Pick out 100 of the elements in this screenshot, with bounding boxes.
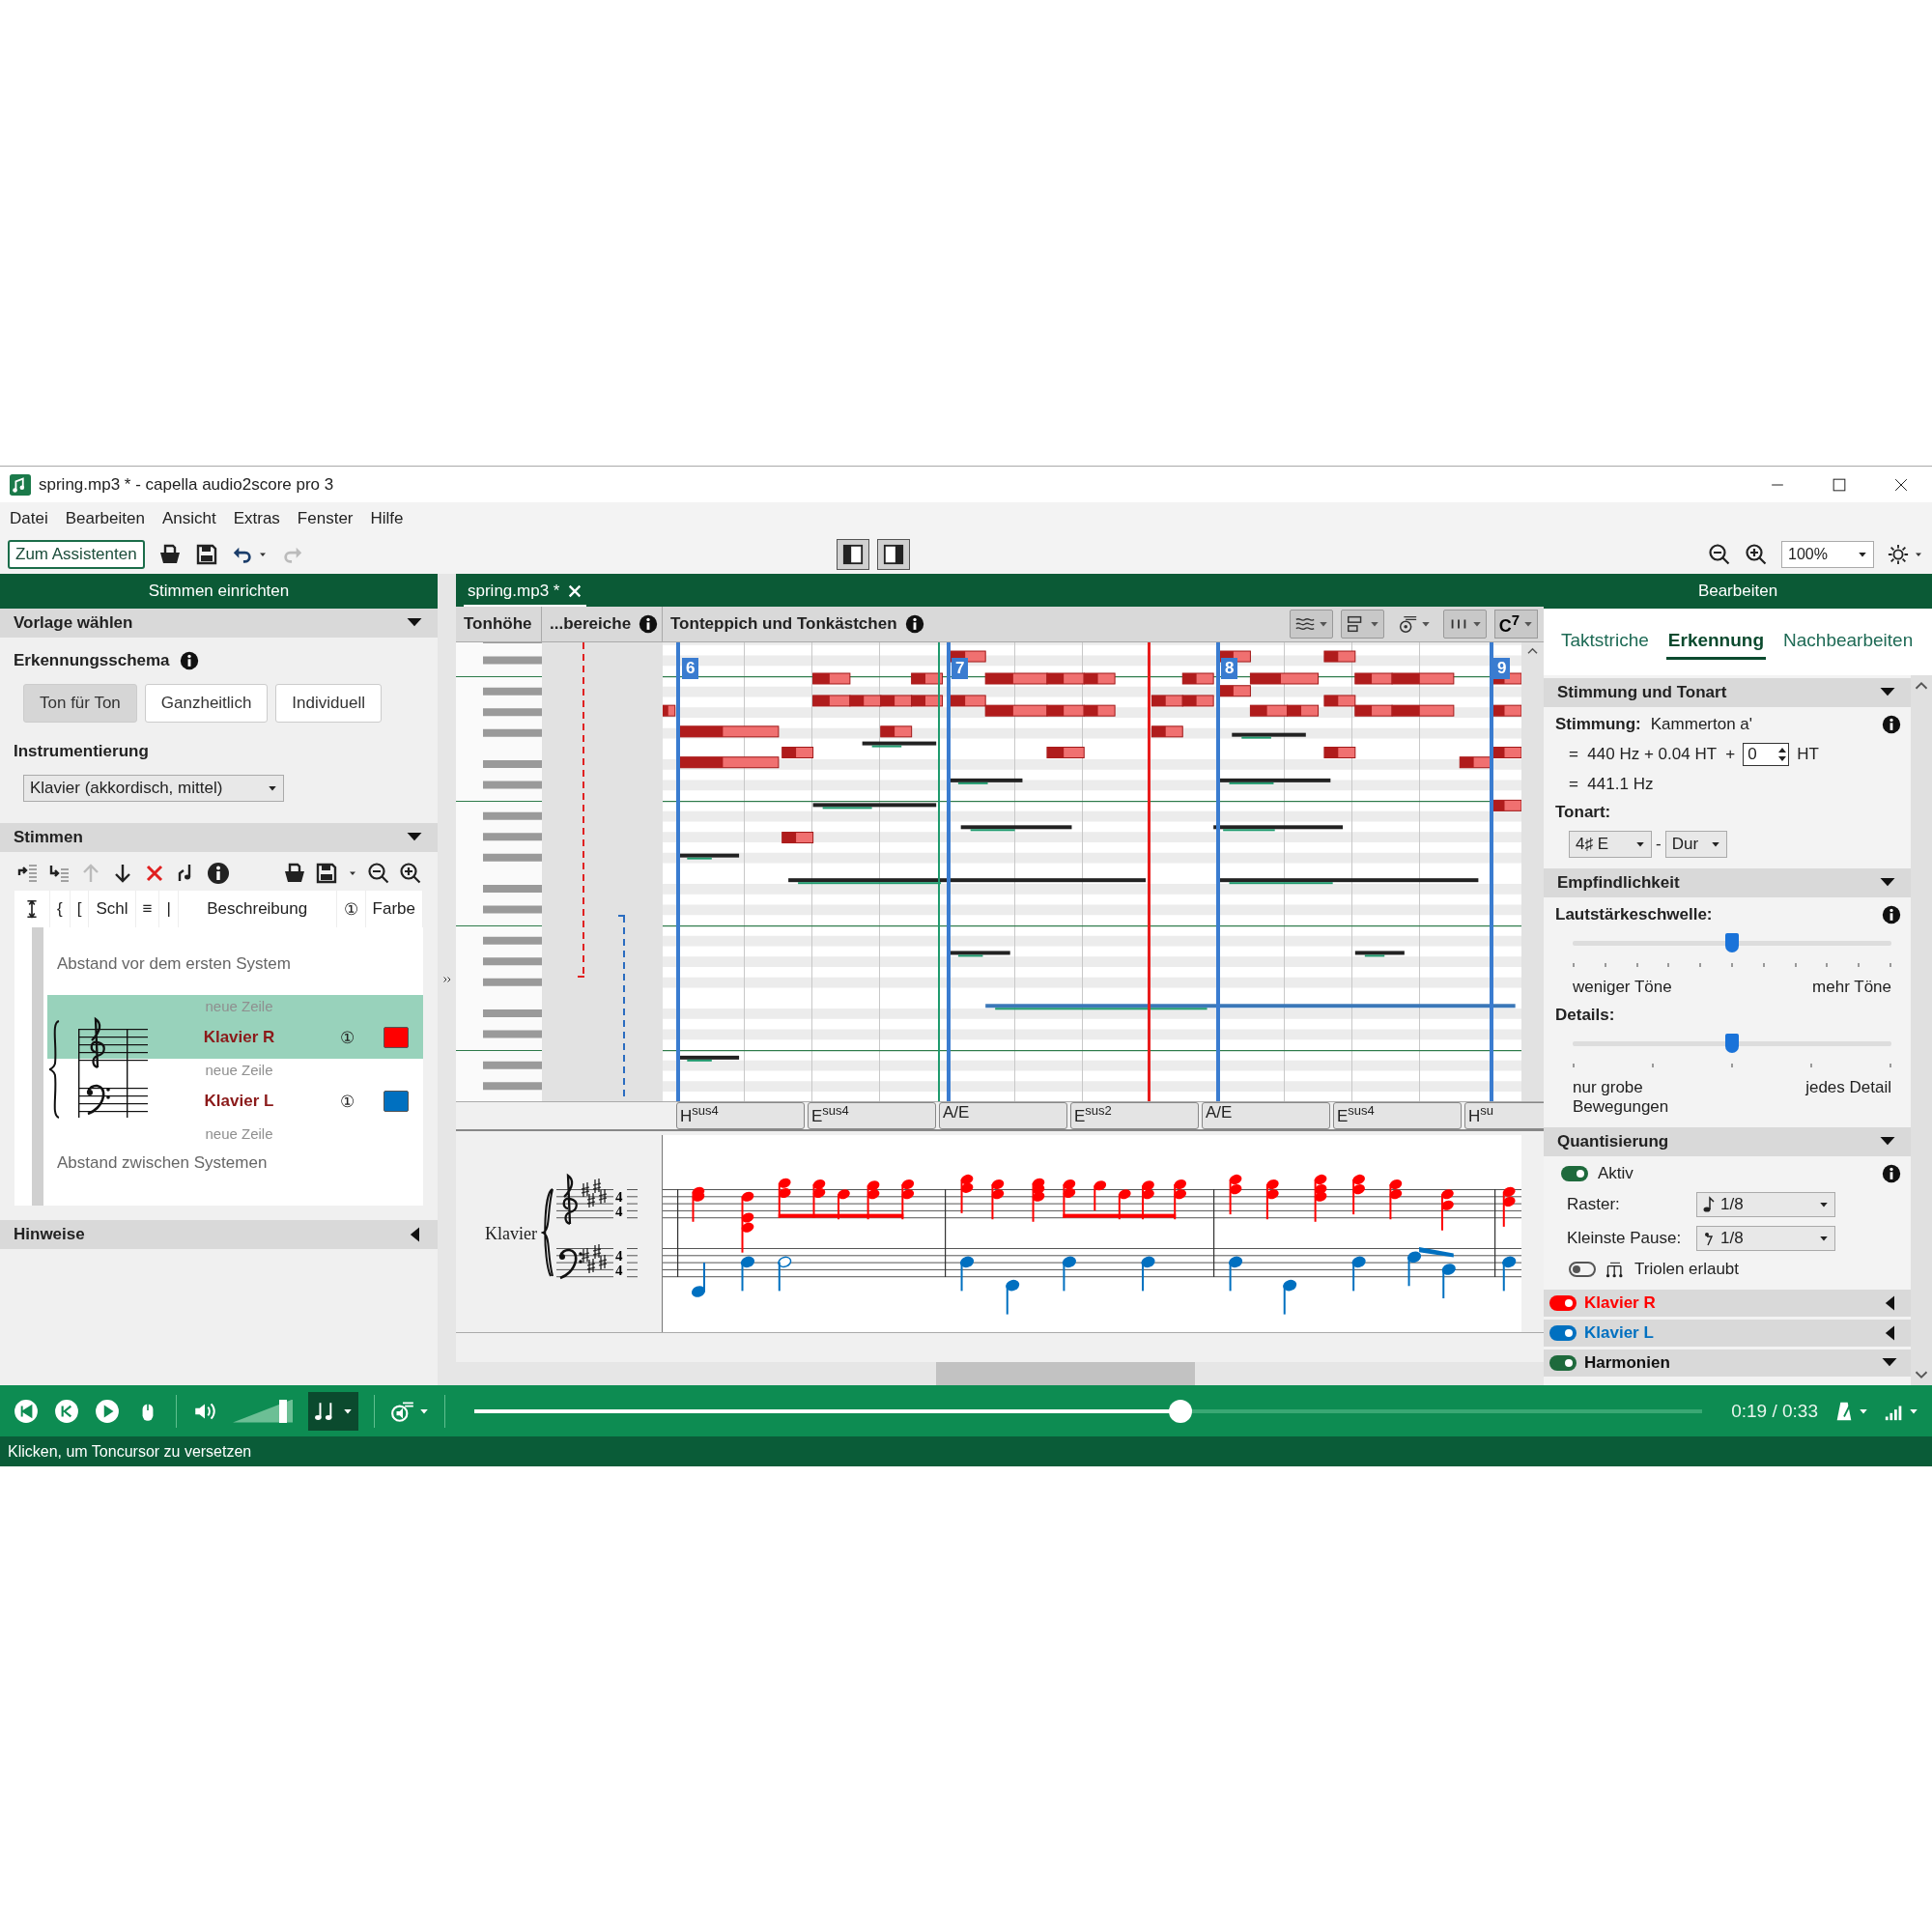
chord-label[interactable]: A/E <box>1202 1102 1330 1129</box>
slider-min-label: nur grobe Bewegungen <box>1573 1078 1670 1117</box>
info-icon[interactable] <box>1882 715 1901 734</box>
panel-tab[interactable]: Erkennung <box>1665 624 1767 660</box>
row-handle[interactable] <box>32 927 43 1206</box>
rest-dropdown[interactable]: 1/8 <box>1696 1226 1835 1251</box>
section-header[interactable]: Stimmen <box>14 828 83 847</box>
toggle-switch[interactable] <box>1549 1295 1577 1311</box>
voice-section-header[interactable]: Harmonien <box>1584 1353 1670 1373</box>
left-panel-toggle[interactable] <box>836 538 869 570</box>
slider-thumb[interactable] <box>1725 1034 1739 1053</box>
panel-tab[interactable]: Nachbearbeiten <box>1781 624 1916 660</box>
panel-tab[interactable]: Taktstriche <box>1559 624 1651 660</box>
info-icon[interactable] <box>904 614 924 634</box>
zoom-out-icon[interactable] <box>1708 542 1731 566</box>
slider-track[interactable] <box>1573 933 1891 954</box>
info-icon[interactable] <box>639 614 659 634</box>
voice-color-swatch[interactable] <box>384 1091 409 1112</box>
position-thumb[interactable] <box>1168 1399 1192 1423</box>
field-label: Lautstärkeschwelle: <box>1555 905 1713 924</box>
zoom-in-icon[interactable] <box>1745 542 1768 566</box>
voice-color-swatch[interactable] <box>384 1027 409 1048</box>
scheme-option-button[interactable]: Ganzheitlich <box>144 684 269 723</box>
menu-item[interactable]: Fenster <box>297 506 354 530</box>
grid-dropdown[interactable]: 1/8 <box>1696 1192 1835 1217</box>
mode-dropdown[interactable]: Dur <box>1664 831 1727 858</box>
instrument-label: Klavier <box>485 1223 537 1244</box>
measure-number: 8 <box>1221 658 1238 679</box>
chord-label[interactable]: E$^{sus4}$ <box>808 1102 936 1129</box>
instrumentation-dropdown[interactable]: Klavier (akkordisch, mittel) <box>23 775 284 802</box>
step-back-icon[interactable] <box>54 1398 79 1424</box>
spacing-label: Abstand vor dem ersten System <box>56 953 292 975</box>
new-line-hint: neue Zeile <box>204 1061 274 1078</box>
scheme-option-button[interactable]: Individuell <box>275 684 382 723</box>
field-label: Tonart: <box>1555 803 1612 822</box>
skip-to-start-icon[interactable] <box>14 1398 39 1424</box>
chord-label[interactable]: A/E <box>939 1102 1067 1129</box>
close-icon[interactable] <box>567 583 583 599</box>
menu-item[interactable]: Ansicht <box>161 506 216 530</box>
voice-number[interactable]: ① <box>325 1027 369 1048</box>
chord-label[interactable]: H$^{su}$ <box>1464 1102 1544 1129</box>
toggle-switch[interactable] <box>1569 1262 1596 1277</box>
assistant-button[interactable]: Zum Assistenten <box>8 539 145 569</box>
menu-item[interactable]: Extras <box>233 506 280 530</box>
section-header[interactable]: Hinweise <box>14 1225 85 1244</box>
slider-track[interactable] <box>1573 1034 1891 1055</box>
voice-name[interactable]: Klavier R <box>154 1028 325 1047</box>
key-dropdown[interactable]: 4♯ E <box>1569 831 1652 858</box>
zoom-out-icon[interactable] <box>367 862 390 885</box>
toggle-switch[interactable] <box>1561 1166 1588 1181</box>
caret-icon <box>1369 619 1379 629</box>
caret-icon <box>1819 1200 1829 1209</box>
brightness-icon[interactable] <box>1888 543 1909 565</box>
print-icon[interactable] <box>283 862 306 885</box>
menu-item[interactable]: Bearbeiten <box>65 506 145 530</box>
info-icon[interactable] <box>179 651 199 670</box>
note-playback-button[interactable] <box>308 1391 358 1431</box>
new-line-hint: neue Zeile <box>204 997 274 1014</box>
window-title: spring.mp3 * - capella audio2score pro 3 <box>39 474 334 495</box>
caret-icon <box>1471 619 1482 629</box>
menu-item[interactable]: Hilfe <box>370 506 404 530</box>
time-signature: 4 <box>615 1204 623 1219</box>
zoom-dropdown[interactable]: 100% <box>1781 540 1874 568</box>
info-icon[interactable] <box>1882 1164 1901 1183</box>
save-icon[interactable] <box>194 542 218 566</box>
voice-row-highlight[interactable] <box>47 995 423 1059</box>
play-icon[interactable] <box>95 1398 120 1424</box>
range-markers-drawing[interactable] <box>542 642 663 1101</box>
view-option-button[interactable] <box>1289 610 1333 639</box>
voice-name[interactable]: Klavier L <box>154 1092 325 1111</box>
info-icon[interactable] <box>1882 905 1901 924</box>
add-voice-above-icon[interactable] <box>15 862 39 885</box>
chord-label[interactable]: H$^{sus4}$ <box>676 1102 805 1129</box>
right-panel-toggle[interactable] <box>876 538 910 570</box>
field-label: Erkennungsschema <box>14 651 170 670</box>
measure-number: 6 <box>682 658 699 679</box>
chord-label[interactable]: E$^{sus2}$ <box>1070 1102 1199 1129</box>
position-slider[interactable] <box>474 1401 1703 1421</box>
save-icon[interactable] <box>315 862 338 885</box>
section-header[interactable]: Vorlage wählen <box>14 613 133 633</box>
zoom-in-icon[interactable] <box>399 862 422 885</box>
voice-number[interactable]: ① <box>325 1091 369 1112</box>
info-icon[interactable] <box>207 862 230 885</box>
volume-thumb[interactable] <box>278 1399 287 1423</box>
spectrogram-drawing[interactable] <box>663 642 1521 1101</box>
measure-number: 9 <box>1493 658 1511 679</box>
field-label: Kleinste Pause: <box>1567 1229 1683 1248</box>
chord-symbol-button[interactable]: C$^{7}$ <box>1493 610 1538 639</box>
toggle-switch[interactable] <box>1549 1325 1577 1341</box>
chord-label[interactable]: E$^{sus4}$ <box>1333 1102 1462 1129</box>
offset-spin-field[interactable]: 0 <box>1743 743 1790 766</box>
print-icon[interactable] <box>157 542 182 566</box>
menu-item[interactable]: Datei <box>10 506 48 530</box>
slider-thumb[interactable] <box>1725 933 1739 952</box>
scrollbar-thumb[interactable] <box>936 1362 1195 1385</box>
view-option-button[interactable] <box>1340 610 1384 639</box>
view-option-button[interactable] <box>1442 610 1487 639</box>
toggle-switch[interactable] <box>1549 1355 1577 1371</box>
scheme-option-button[interactable]: Ton für Ton <box>23 684 137 723</box>
voice-section-header[interactable]: Klavier L <box>1584 1323 1654 1343</box>
